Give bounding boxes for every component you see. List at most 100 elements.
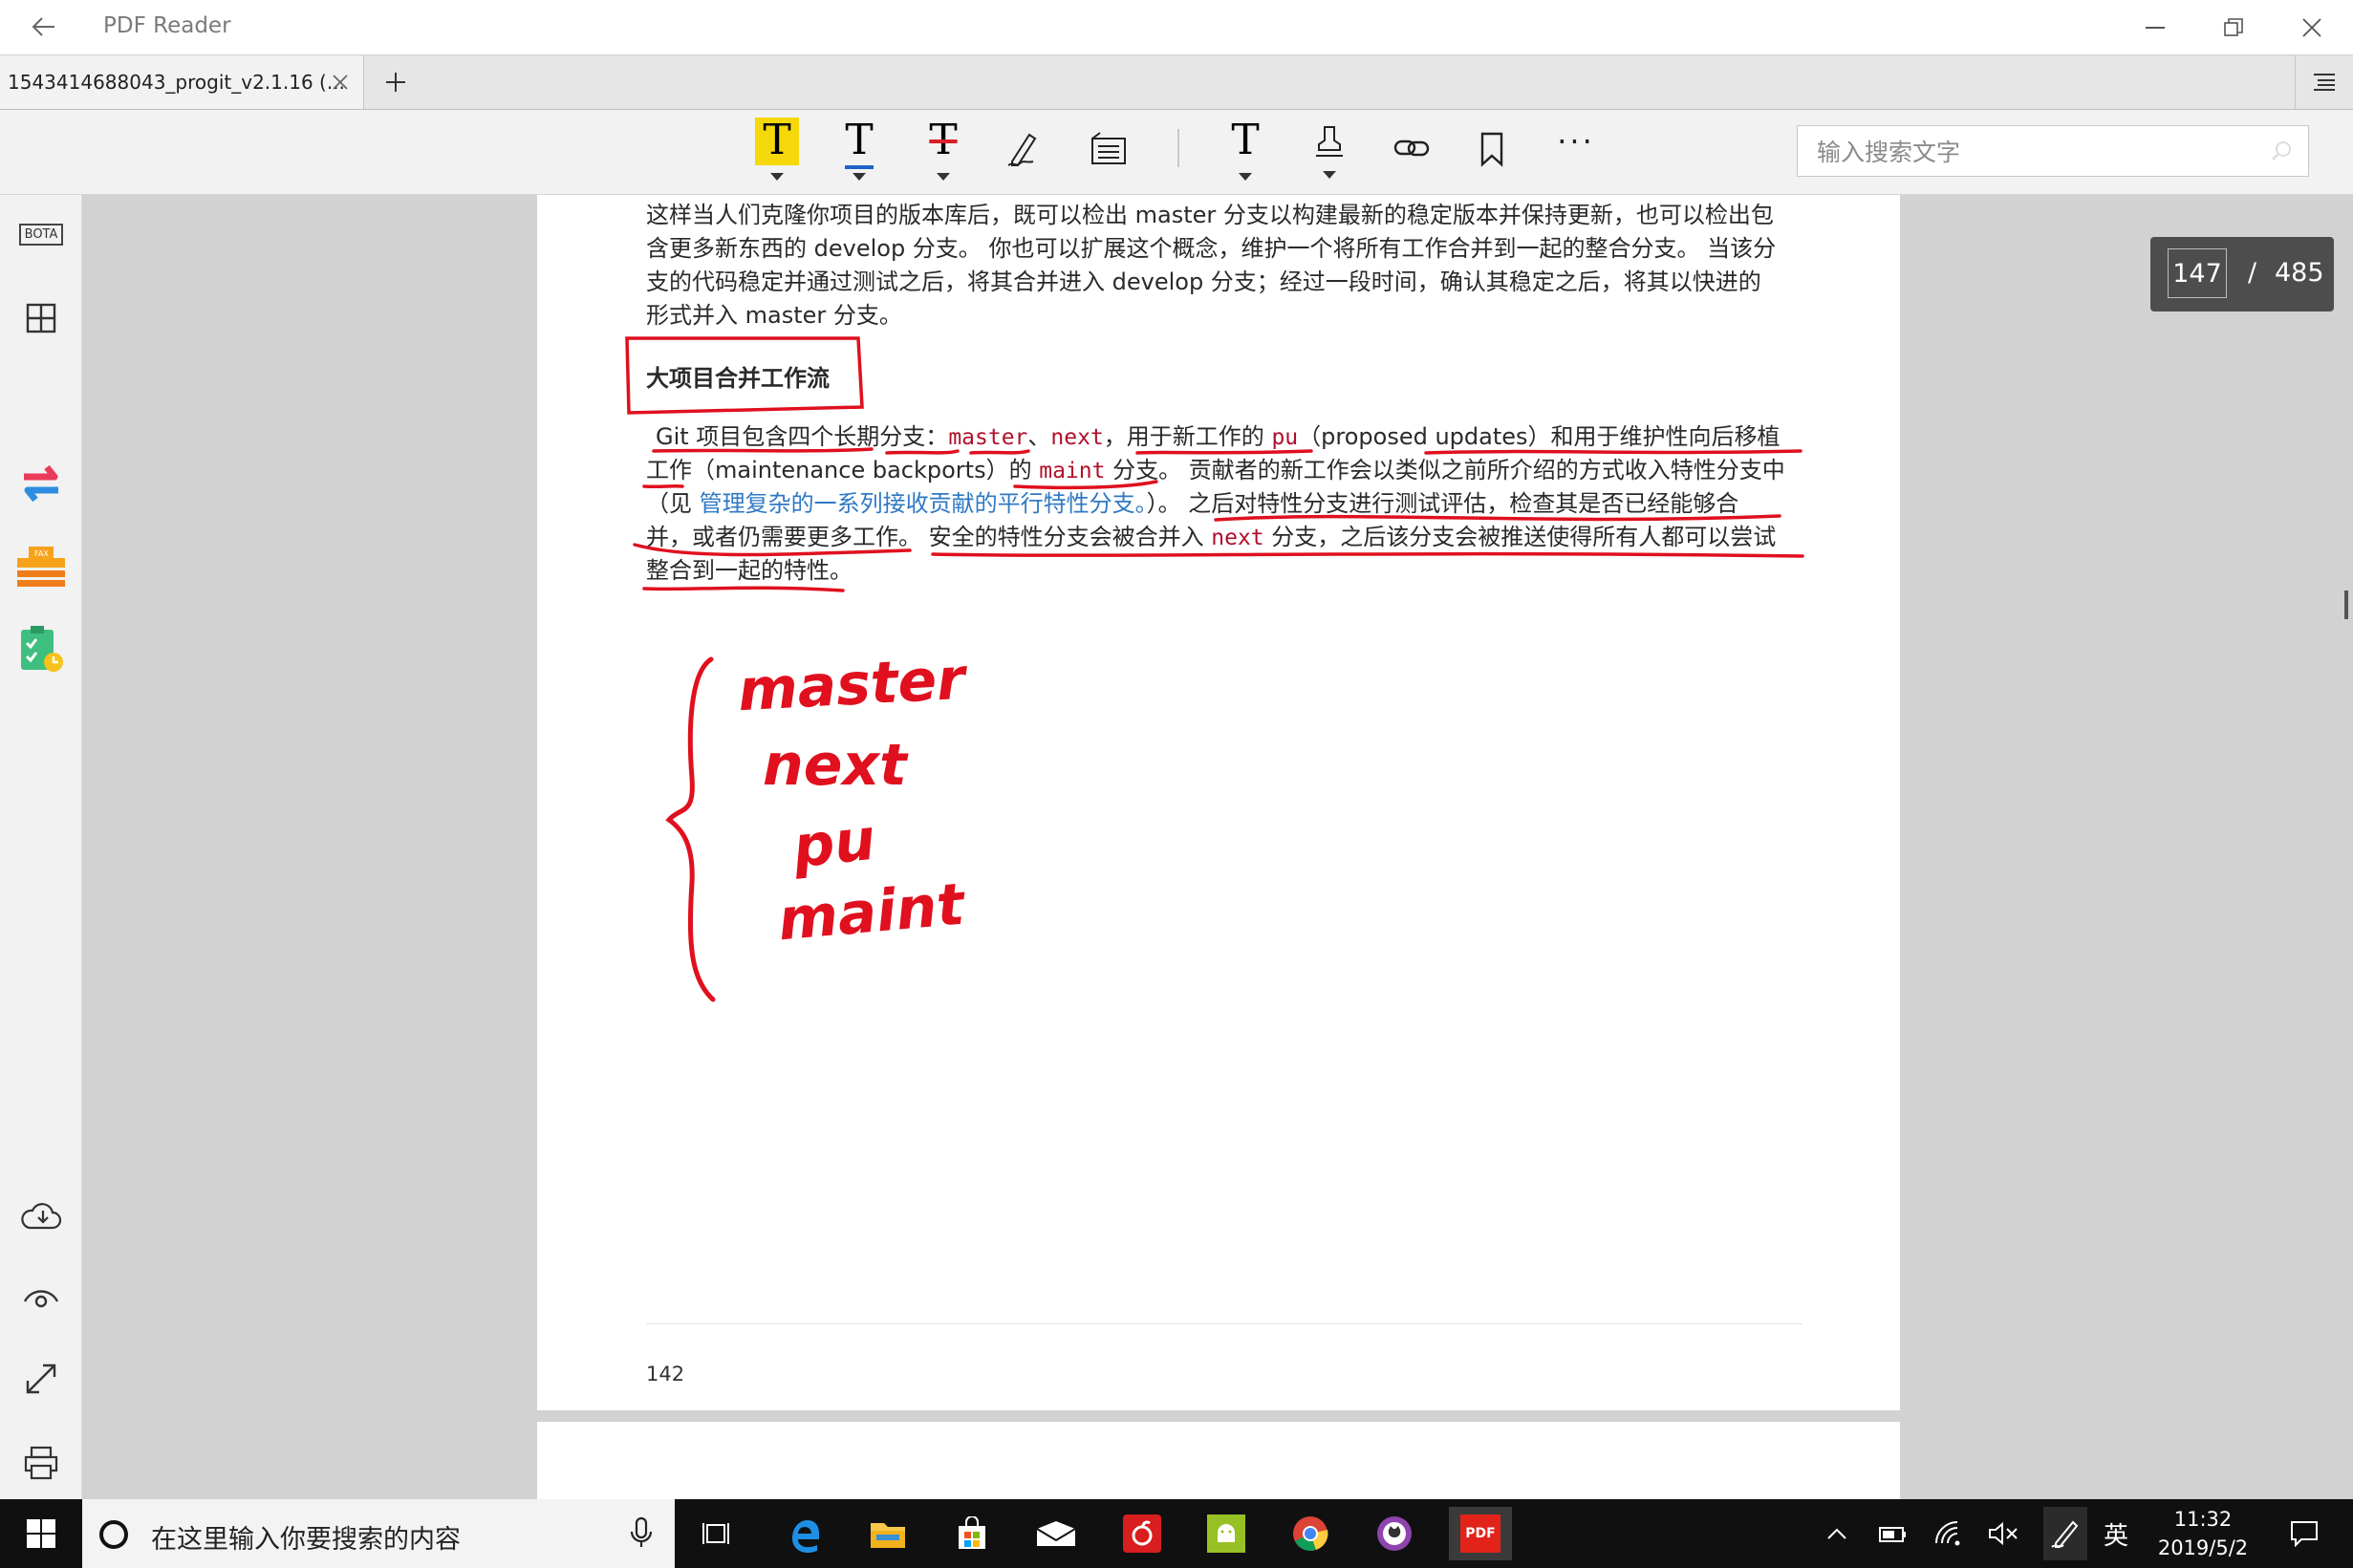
more-icon: ··· [1557, 123, 1595, 160]
expand-icon [26, 1364, 56, 1394]
text-tool[interactable]: T [1212, 118, 1279, 186]
microphone-icon[interactable] [629, 1514, 654, 1555]
note-tool[interactable] [1074, 129, 1141, 198]
chevron-down-icon[interactable] [1239, 173, 1252, 181]
pen-tool[interactable] [990, 129, 1057, 198]
pdf-page: 这样当人们克隆你项目的版本库后，既可以检出 master 分支以构建最新的稳定版… [537, 195, 1900, 1410]
underline-ink [642, 483, 684, 489]
view-mode-button[interactable] [13, 1269, 69, 1324]
underline-tool[interactable]: T [826, 118, 893, 186]
toolbar-divider [1177, 129, 1179, 167]
title-bar: PDF Reader [0, 0, 2353, 54]
eye-icon [23, 1290, 59, 1308]
battery-icon[interactable] [1873, 1514, 1911, 1553]
page-counter: 147 / 485 [2150, 237, 2334, 311]
ink-annotations [625, 336, 1804, 1002]
scrollbar-thumb[interactable] [2344, 591, 2348, 619]
left-sidebar: BOTA FAX [0, 195, 82, 1499]
mail-icon[interactable] [1028, 1507, 1084, 1560]
link-tool[interactable] [1378, 131, 1445, 200]
back-arrow-icon[interactable] [25, 10, 63, 44]
start-button[interactable] [0, 1499, 82, 1568]
convert-button[interactable] [13, 455, 69, 510]
underline-ink [1424, 449, 1803, 455]
handwritten-word: next [763, 732, 907, 799]
bookmark-tool[interactable] [1458, 131, 1525, 200]
pdf-reader-icon[interactable]: PDF [1449, 1507, 1512, 1560]
bota-icon: BOTA [18, 223, 64, 246]
file-explorer-icon[interactable] [860, 1507, 916, 1560]
github-icon[interactable] [1367, 1507, 1422, 1560]
restore-icon[interactable] [2196, 0, 2271, 54]
total-pages: 485 [2275, 258, 2324, 288]
search-box[interactable] [1797, 125, 2309, 177]
chevron-down-icon[interactable] [853, 173, 866, 181]
strikethrough-text-icon: T [929, 116, 958, 164]
windows-logo-icon [27, 1519, 55, 1548]
document-tab[interactable]: 1543414688043_progit_v2.1.16 (... [0, 55, 364, 109]
underline-ink [642, 586, 845, 592]
tasks-button[interactable] [13, 621, 69, 677]
pen-icon[interactable] [2043, 1507, 2087, 1560]
chevron-down-icon[interactable] [937, 173, 950, 181]
current-page-input[interactable]: 147 [2168, 248, 2227, 298]
thumbnails-button[interactable] [13, 290, 69, 346]
underline-ink [1214, 514, 1781, 522]
fax-button[interactable]: FAX [13, 539, 69, 594]
taskbar-search[interactable]: 在这里输入你要搜索的内容 [82, 1499, 675, 1568]
close-icon[interactable] [2275, 0, 2349, 54]
underline-ink [969, 449, 1030, 455]
tab-close-icon[interactable] [327, 69, 354, 96]
tab-list-icon[interactable] [2295, 55, 2353, 109]
fullscreen-button[interactable] [13, 1351, 69, 1407]
cloud-icon [21, 1203, 62, 1230]
underline-text-icon: T [845, 118, 874, 169]
underline-ink [1013, 480, 1158, 490]
chevron-up-icon[interactable] [1820, 1514, 1854, 1553]
highlight-tool[interactable]: T [744, 118, 810, 186]
minimize-icon[interactable] [2118, 0, 2192, 54]
underline-ink [931, 551, 1804, 558]
stamp-tool[interactable] [1296, 123, 1363, 192]
bookmark-icon [1480, 132, 1503, 167]
clock-date: 2019/5/2 [2157, 1536, 2249, 1559]
next-pdf-page [537, 1422, 1900, 1500]
cortana-icon [99, 1520, 128, 1549]
bota-button[interactable]: BOTA [13, 206, 69, 262]
app-title: PDF Reader [103, 13, 231, 38]
task-view-icon[interactable] [688, 1507, 744, 1560]
edge-icon[interactable] [776, 1507, 831, 1560]
more-tool[interactable]: ··· [1543, 123, 1609, 192]
clock[interactable]: 11:32 2019/5/2 [2141, 1505, 2265, 1562]
cloud-button[interactable] [13, 1189, 69, 1244]
volume-muted-icon[interactable] [1984, 1514, 2022, 1553]
page-separator: / [2248, 258, 2257, 288]
printer-icon [24, 1446, 58, 1480]
chevron-down-icon[interactable] [770, 173, 784, 181]
underline-ink [885, 449, 960, 455]
grid-icon [26, 303, 56, 333]
android-icon[interactable] [1198, 1507, 1254, 1560]
note-icon [1091, 132, 1126, 164]
clipboard-icon [21, 626, 63, 672]
link-icon [1393, 140, 1430, 157]
strikethrough-tool[interactable]: T [910, 118, 977, 186]
print-button[interactable] [13, 1435, 69, 1491]
search-input[interactable] [1815, 134, 2258, 170]
chrome-icon[interactable] [1283, 1507, 1338, 1560]
tab-bar: 1543414688043_progit_v2.1.16 (... [0, 54, 2353, 111]
handwritten-word: master [736, 645, 967, 725]
store-icon[interactable] [944, 1507, 1000, 1560]
search-icon[interactable] [2270, 140, 2293, 166]
tab-label: 1543414688043_progit_v2.1.16 (... [8, 71, 345, 94]
chevron-down-icon[interactable] [1323, 171, 1336, 179]
netease-music-icon[interactable] [1114, 1507, 1170, 1560]
windows-taskbar: 在这里输入你要搜索的内容 PDF 英 11:32 2019/5/2 [0, 1499, 2353, 1568]
new-tab-icon[interactable] [375, 63, 417, 101]
wifi-icon[interactable] [1931, 1514, 1969, 1553]
underline-ink [652, 447, 874, 453]
notification-icon[interactable] [2278, 1514, 2330, 1553]
underline-ink [633, 543, 912, 557]
ime-indicator[interactable]: 英 [2097, 1514, 2135, 1553]
taskbar-search-placeholder: 在这里输入你要搜索的内容 [151, 1525, 461, 1555]
